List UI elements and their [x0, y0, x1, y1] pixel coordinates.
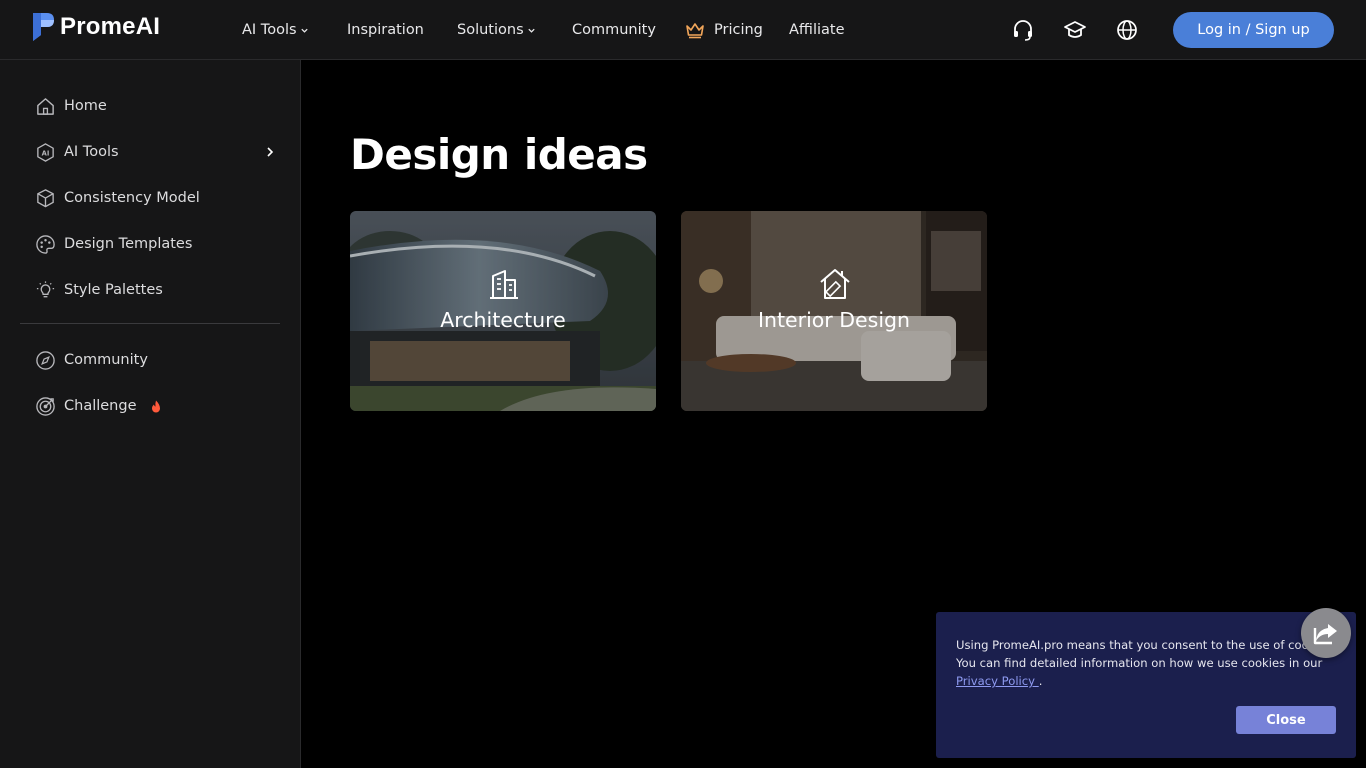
sidebar-item-community[interactable]: Community: [35, 346, 285, 374]
cookie-close-button[interactable]: Close: [1236, 706, 1336, 734]
house-ruler-icon: [820, 269, 850, 299]
card-interior-design[interactable]: Interior Design: [681, 211, 987, 411]
nav-solutions-label: Solutions: [457, 22, 524, 38]
sidebar-item-ai-tools[interactable]: AI AI Tools: [35, 138, 285, 166]
page-title: Design ideas: [350, 130, 648, 179]
sidebar: Home AI AI Tools Consistency Model Desig…: [0, 60, 301, 768]
brand-name: PromeAI: [60, 13, 161, 40]
palette-icon: [36, 234, 55, 254]
building-icon: [490, 270, 518, 299]
cookie-line-1: Using PromeAI.pro means that you consent…: [956, 638, 1336, 652]
nav-inspiration[interactable]: Inspiration: [347, 22, 424, 38]
globe-icon[interactable]: [1115, 18, 1139, 42]
card-label: Interior Design: [757, 308, 911, 332]
nav-community[interactable]: Community: [572, 22, 656, 38]
compass-icon: [36, 350, 55, 370]
sidebar-item-label: Challenge: [64, 398, 137, 414]
chevron-down-icon: [527, 28, 535, 33]
card-label: Architecture: [440, 308, 566, 332]
nav-affiliate-label: Affiliate: [789, 22, 845, 38]
nav-ai-tools[interactable]: AI Tools: [242, 22, 309, 38]
nav-ai-tools-label: AI Tools: [242, 22, 297, 38]
cookie-period: .: [1038, 674, 1043, 688]
login-signup-button[interactable]: Log in / Sign up: [1173, 12, 1334, 48]
sidebar-item-challenge[interactable]: Challenge: [35, 392, 285, 420]
cookie-message: Using PromeAI.pro means that you consent…: [956, 636, 1336, 690]
svg-text:AI: AI: [42, 149, 50, 157]
brand-logo[interactable]: PromeAI: [30, 11, 160, 43]
share-button[interactable]: [1301, 608, 1351, 658]
sidebar-item-label: AI Tools: [64, 144, 119, 160]
headset-icon[interactable]: [1011, 18, 1035, 42]
sidebar-item-label: Style Palettes: [64, 282, 163, 298]
sidebar-item-home[interactable]: Home: [35, 92, 285, 120]
nav-community-label: Community: [572, 22, 656, 38]
cube-icon: [37, 188, 54, 207]
sidebar-item-style-palettes[interactable]: Style Palettes: [35, 276, 285, 304]
sidebar-item-label: Home: [64, 98, 107, 114]
sidebar-divider: [20, 323, 280, 324]
sidebar-item-label: Design Templates: [64, 236, 193, 252]
graduation-cap-icon[interactable]: [1063, 18, 1087, 42]
target-icon: [36, 396, 55, 416]
cookie-consent-banner: Using PromeAI.pro means that you consent…: [936, 612, 1356, 758]
nav-solutions[interactable]: Solutions: [457, 22, 536, 38]
flame-icon: [151, 400, 160, 412]
share-icon: [1313, 624, 1337, 645]
nav-pricing[interactable]: Pricing: [685, 21, 763, 39]
lightbulb-icon: [36, 280, 55, 297]
nav-inspiration-label: Inspiration: [347, 22, 424, 38]
sidebar-item-consistency-model[interactable]: Consistency Model: [35, 184, 285, 212]
top-navigation-bar: PromeAI AI Tools Inspiration Solutions C…: [0, 0, 1366, 60]
privacy-policy-link[interactable]: Privacy Policy: [956, 674, 1039, 688]
nav-pricing-label: Pricing: [714, 22, 763, 38]
promeai-logo-icon: [33, 13, 54, 41]
chevron-down-icon: [300, 28, 308, 33]
card-architecture[interactable]: Architecture: [350, 211, 656, 411]
sidebar-item-design-templates[interactable]: Design Templates: [35, 230, 285, 258]
chevron-right-icon: [267, 147, 274, 157]
sidebar-item-label: Community: [64, 352, 148, 368]
crown-icon: [686, 23, 704, 39]
nav-affiliate[interactable]: Affiliate: [789, 22, 845, 38]
sidebar-item-label: Consistency Model: [64, 190, 200, 206]
ai-icon: AI: [37, 142, 54, 162]
home-icon: [37, 97, 54, 115]
cookie-line-2: You can find detailed information on how…: [956, 656, 1323, 670]
